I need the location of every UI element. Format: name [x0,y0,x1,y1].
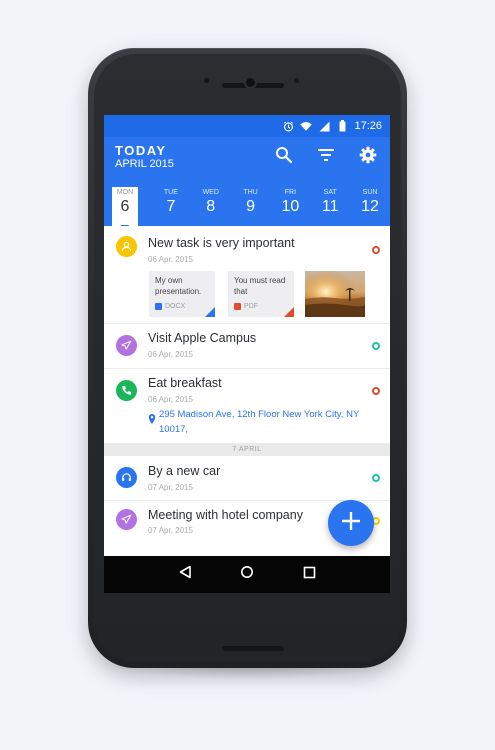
task-list: New task is very important 06 Apr, 2015 … [104,226,390,546]
task-title: Meeting with hotel company [148,508,303,522]
light-sensor [294,78,299,83]
week-strip: MON 6 TUE 7 WED 8 THU 9 FRI 10 SAT 11 SU… [104,187,390,232]
task-title: New task is very important [148,236,295,250]
page-title: TODAY [115,143,167,158]
status-indicator [372,474,380,482]
front-camera [246,78,255,87]
day-sun[interactable]: SUN 12 [350,187,390,226]
back-icon [178,565,192,584]
home-icon [240,565,254,584]
status-time: 17:26 [354,120,382,132]
signal-icon [318,120,330,132]
attachment-corner [205,307,215,317]
filter-button[interactable] [314,146,338,168]
status-indicator [372,342,380,350]
attachment-photo[interactable] [305,271,365,317]
airplane-icon [116,509,137,530]
status-indicator [372,387,380,395]
day-thu[interactable]: THU 9 [231,187,271,226]
date-separator: 7 APRIL [104,444,390,456]
task-date: 06 Apr, 2015 [148,350,193,359]
task-item[interactable]: Visit Apple Campus 06 Apr, 2015 [104,324,390,369]
battery-icon [336,120,348,132]
task-date: 07 Apr, 2015 [148,483,193,492]
proximity-sensor [204,78,209,83]
task-item[interactable]: By a new car 07 Apr, 2015 [104,456,390,501]
attachment-name: My own presentation. [155,276,202,296]
day-fri[interactable]: FRI 10 [270,187,310,226]
home-button[interactable] [237,565,257,585]
settings-button[interactable] [356,146,380,168]
day-tue[interactable]: TUE 7 [151,187,191,226]
plus-icon [340,510,362,537]
task-date: 06 Apr, 2015 [148,255,193,264]
attachment-type: PDF [244,302,258,310]
task-item[interactable]: Eat breakfast 06 Apr, 2015 295 Madison A… [104,369,390,444]
attachment-pdf[interactable]: You must read that PDF [228,271,294,317]
pdf-file-icon [234,303,241,311]
task-date: 06 Apr, 2015 [148,395,193,404]
page-subtitle: APRIL 2015 [115,158,174,170]
attachment-name: You must read that [234,276,286,296]
task-title: By a new car [148,464,221,478]
attachment-type: DOCX [165,302,186,310]
app-header: TODAY APRIL 2015 [104,137,390,187]
status-bar: 17:26 [104,115,390,137]
day-sat[interactable]: SAT 11 [310,187,350,226]
word-file-icon [155,303,162,311]
task-title: Visit Apple Campus [148,331,257,345]
add-task-button[interactable] [328,500,374,546]
task-address-link[interactable]: 295 Madison Ave, 12th Floor New York Cit… [148,407,363,437]
person-icon [116,236,137,257]
day-mon[interactable]: MON 6 [112,187,138,232]
settings-icon [359,146,377,169]
search-icon [275,146,293,169]
attachment-docx[interactable]: My own presentation. DOCX [149,271,215,317]
headset-icon [116,467,137,488]
status-indicator [372,246,380,254]
recents-button[interactable] [299,565,319,585]
phone-icon [116,380,137,401]
search-button[interactable] [272,146,296,168]
task-title: Eat breakfast [148,376,222,390]
recents-icon [303,566,316,584]
alarm-icon [282,120,294,132]
airplane-icon [116,335,137,356]
attachment-corner [284,307,294,317]
system-nav-bar [104,556,390,593]
task-item[interactable]: New task is very important 06 Apr, 2015 … [104,226,390,324]
back-button[interactable] [175,565,195,585]
day-wed[interactable]: WED 8 [191,187,231,226]
task-date: 07 Apr, 2015 [148,526,193,535]
wifi-icon [300,120,313,132]
bottom-speaker [222,646,284,651]
filter-icon [317,148,335,167]
